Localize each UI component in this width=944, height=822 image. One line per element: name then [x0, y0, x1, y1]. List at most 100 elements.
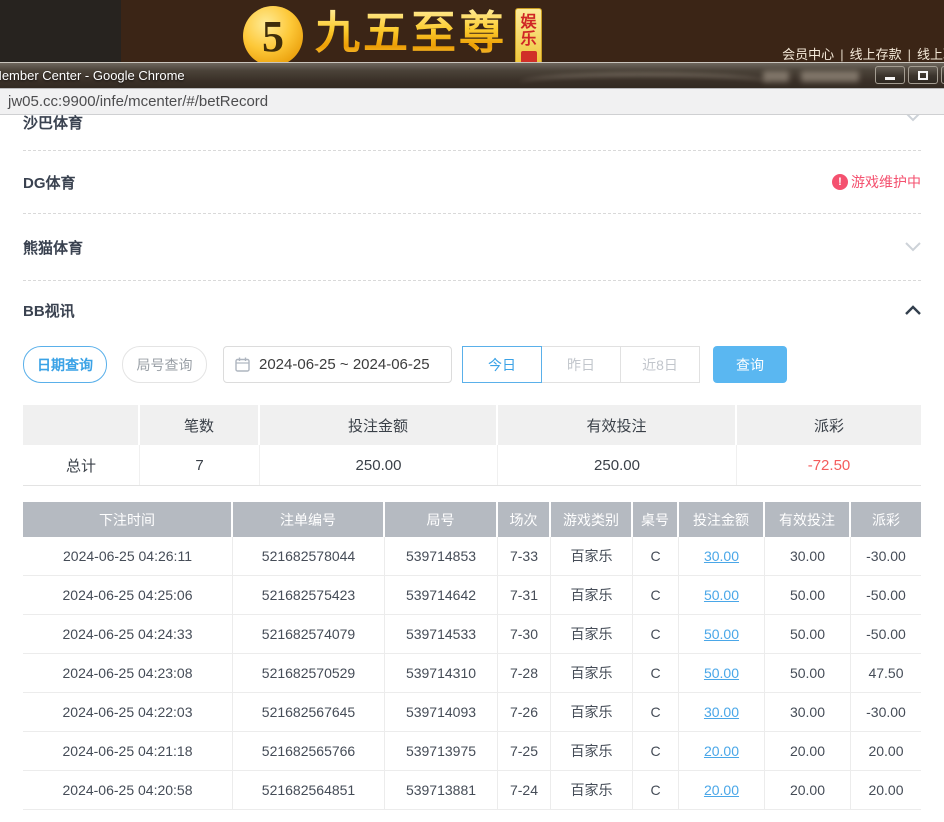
session-cell: 7-24 [498, 771, 551, 809]
column-header-round-number: 局号 [385, 502, 498, 537]
game-type-cell: 百家乐 [551, 732, 633, 770]
round-number-cell: 539713881 [385, 771, 498, 809]
bet-amount-link[interactable]: 50.00 [704, 665, 739, 681]
section-saba-sports[interactable]: 沙巴体育 [23, 115, 921, 151]
total-label: 总计 [23, 445, 140, 485]
slip-number-cell: 521682578044 [233, 537, 385, 575]
summary-table: 笔数 投注金额 有效投注 派彩 总计 7 250.00 250.00 -72.5… [23, 405, 921, 486]
section-dg-sports[interactable]: DG体育 ! 游戏维护中 [23, 151, 921, 214]
table-number-cell: C [633, 771, 679, 809]
total-count: 7 [140, 445, 260, 485]
blurred-user-info [763, 71, 789, 82]
entertainment-badge: 娱乐 [515, 8, 542, 69]
column-header-slip-number: 注单编号 [233, 502, 385, 537]
nav-online-deposit[interactable]: 线上存款 [850, 47, 902, 62]
chevron-down-icon[interactable] [905, 115, 921, 122]
summary-header-payout: 派彩 [737, 405, 921, 445]
today-button[interactable]: 今日 [462, 346, 542, 383]
calendar-icon [235, 357, 250, 372]
date-query-tab[interactable]: 日期查询 [23, 346, 107, 383]
summary-header-valid-bet: 有效投注 [498, 405, 737, 445]
chevron-down-icon[interactable] [905, 242, 921, 252]
bet-amount-cell: 30.00 [679, 537, 765, 575]
column-header-session: 场次 [498, 502, 551, 537]
window-title: Member Center - Google Chrome [0, 63, 360, 88]
quick-range-group: 今日 昨日 近8日 [462, 346, 700, 383]
column-header-table-number: 桌号 [633, 502, 679, 537]
table-row: 2024-06-25 04:24:33521682574079539714533… [23, 615, 921, 654]
slip-number-cell: 521682575423 [233, 576, 385, 614]
table-number-cell: C [633, 732, 679, 770]
date-range-picker[interactable]: 2024-06-25 ~ 2024-06-25 [223, 346, 452, 383]
game-type-cell: 百家乐 [551, 693, 633, 731]
column-header-payout: 派彩 [851, 502, 921, 537]
slip-number-cell: 521682565766 [233, 732, 385, 770]
minimize-button[interactable] [875, 66, 905, 84]
background-window-corner [0, 0, 121, 62]
maintenance-text: 游戏维护中 [851, 172, 921, 192]
round-number-cell: 539714853 [385, 537, 498, 575]
round-query-tab[interactable]: 局号查询 [122, 346, 207, 383]
bet-amount-cell: 30.00 [679, 693, 765, 731]
valid-bet-cell: 50.00 [765, 576, 851, 614]
bet-amount-cell: 20.00 [679, 771, 765, 809]
section-bb-video[interactable]: BB视讯 [23, 281, 921, 339]
yesterday-button[interactable]: 昨日 [541, 346, 621, 383]
bet-amount-link[interactable]: 30.00 [704, 548, 739, 564]
payout-cell: 20.00 [851, 771, 921, 809]
section-label: 熊猫体育 [23, 237, 83, 258]
address-bar[interactable]: jw05.cc:9900/infe/mcenter/#/betRecord [0, 88, 944, 115]
column-header-game-type: 游戏类别 [551, 502, 633, 537]
slip-number-cell: 521682564851 [233, 771, 385, 809]
total-payout: -72.50 [737, 445, 921, 485]
slip-number-cell: 521682567645 [233, 693, 385, 731]
session-cell: 7-28 [498, 654, 551, 692]
table-row: 2024-06-25 04:26:11521682578044539714853… [23, 537, 921, 576]
bet-amount-cell: 50.00 [679, 615, 765, 653]
valid-bet-cell: 30.00 [765, 537, 851, 575]
session-cell: 7-26 [498, 693, 551, 731]
nav-separator: | [908, 47, 911, 62]
session-cell: 7-33 [498, 537, 551, 575]
section-panda-sports[interactable]: 熊猫体育 [23, 214, 921, 281]
game-type-cell: 百家乐 [551, 615, 633, 653]
valid-bet-cell: 50.00 [765, 654, 851, 692]
bet-amount-cell: 50.00 [679, 576, 765, 614]
bet-amount-link[interactable]: 50.00 [704, 626, 739, 642]
payout-cell: 20.00 [851, 732, 921, 770]
bet-time-cell: 2024-06-25 04:26:11 [23, 537, 233, 575]
summary-total-row: 总计 7 250.00 250.00 -72.50 [23, 445, 921, 485]
table-number-cell: C [633, 537, 679, 575]
table-row: 2024-06-25 04:25:06521682575423539714642… [23, 576, 921, 615]
session-cell: 7-30 [498, 615, 551, 653]
summary-header-bet-amount: 投注金额 [260, 405, 498, 445]
summary-header-empty [23, 405, 140, 445]
valid-bet-cell: 20.00 [765, 771, 851, 809]
section-label: DG体育 [23, 172, 76, 193]
game-type-cell: 百家乐 [551, 576, 633, 614]
search-button[interactable]: 查询 [713, 346, 787, 383]
payout-cell: -50.00 [851, 576, 921, 614]
bet-amount-cell: 20.00 [679, 732, 765, 770]
column-header-bet-amount: 投注金额 [679, 502, 765, 537]
maximize-button[interactable] [908, 66, 938, 84]
chevron-up-icon[interactable] [905, 305, 921, 316]
summary-header-row: 笔数 投注金额 有效投注 派彩 [23, 405, 921, 445]
minimize-icon [885, 77, 895, 80]
bet-table-body: 2024-06-25 04:26:11521682578044539714853… [23, 537, 921, 810]
last-8-days-button[interactable]: 近8日 [620, 346, 700, 383]
game-type-cell: 百家乐 [551, 771, 633, 809]
badge-label: 娱乐 [520, 14, 537, 48]
nav-online-withdraw[interactable]: 线上取 [917, 47, 944, 62]
bet-amount-link[interactable]: 30.00 [704, 704, 739, 720]
bet-amount-link[interactable]: 20.00 [704, 743, 739, 759]
section-label: BB视讯 [23, 300, 75, 321]
bet-amount-link[interactable]: 50.00 [704, 587, 739, 603]
site-header: 5 九五至尊 娱乐 会员中心|线上存款|线上取 [0, 0, 944, 62]
site-logo: 5 九五至尊 娱乐 [243, 0, 542, 62]
nav-member-center[interactable]: 会员中心 [782, 47, 834, 62]
column-header-valid-bet: 有效投注 [765, 502, 851, 537]
bet-amount-link[interactable]: 20.00 [704, 782, 739, 798]
browser-titlebar[interactable]: Member Center - Google Chrome ✕ [0, 62, 944, 88]
round-number-cell: 539714310 [385, 654, 498, 692]
